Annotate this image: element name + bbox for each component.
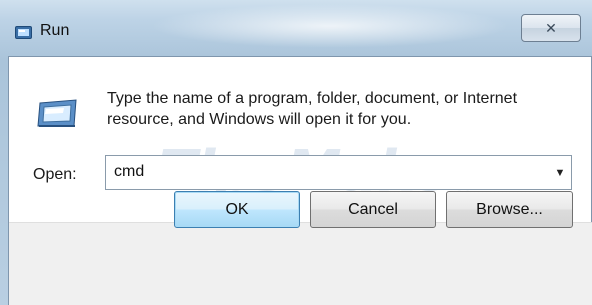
chevron-down-icon: ▼ bbox=[554, 166, 566, 179]
cancel-button[interactable]: Cancel bbox=[310, 191, 436, 228]
open-input[interactable]: cmd bbox=[114, 163, 144, 181]
browse-button[interactable]: Browse... bbox=[446, 191, 573, 228]
window-title: Run bbox=[40, 22, 70, 39]
title-bar[interactable]: Run ✕ bbox=[0, 0, 592, 56]
run-icon bbox=[15, 26, 32, 39]
close-icon: ✕ bbox=[545, 19, 557, 36]
dialog-description: Type the name of a program, folder, docu… bbox=[107, 90, 518, 128]
ok-button[interactable]: OK bbox=[174, 191, 300, 228]
run-icon bbox=[37, 99, 77, 127]
close-button[interactable]: ✕ bbox=[521, 14, 581, 42]
button-bar bbox=[9, 222, 592, 305]
open-label: Open: bbox=[33, 166, 77, 183]
open-combobox[interactable]: cmd ▼ bbox=[105, 155, 572, 190]
dropdown-button[interactable]: ▼ bbox=[549, 156, 571, 189]
dialog-body: Type the name of a program, folder, docu… bbox=[8, 56, 592, 305]
